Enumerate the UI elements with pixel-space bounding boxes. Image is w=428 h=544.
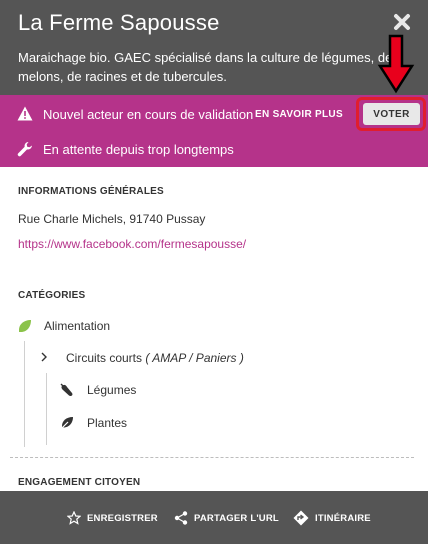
learn-more-link[interactable]: EN SAVOIR PLUS bbox=[255, 109, 343, 120]
popup-header: La Ferme Sapousse Maraichage bio. GAEC s… bbox=[0, 0, 428, 95]
warning-icon bbox=[17, 106, 33, 121]
tree-line-inner bbox=[46, 373, 47, 445]
vote-button[interactable]: VOTER bbox=[363, 103, 420, 125]
engagement-title: ENGAGEMENT CITOYEN bbox=[18, 477, 141, 488]
save-button[interactable]: ENREGISTRER bbox=[67, 510, 158, 526]
section-divider bbox=[10, 457, 414, 458]
close-icon[interactable] bbox=[392, 12, 412, 32]
description: Maraichage bio. GAEC spécialisé dans la … bbox=[18, 50, 393, 84]
page-title: La Ferme Sapousse bbox=[18, 10, 220, 35]
route-label: ITINÉRAIRE bbox=[315, 512, 371, 524]
save-label: ENREGISTRER bbox=[87, 512, 158, 524]
category-main: Alimentation bbox=[44, 319, 111, 333]
subcategory-detail: ( AMAP / Paniers ) bbox=[145, 351, 244, 365]
leaf-icon bbox=[19, 320, 31, 332]
category-item: Plantes bbox=[87, 416, 128, 430]
share-icon bbox=[174, 511, 188, 525]
share-label: PARTAGER L'URL bbox=[194, 512, 279, 524]
subcategory-label: Circuits courts bbox=[66, 351, 143, 365]
tree-line bbox=[24, 341, 25, 447]
route-button[interactable]: ITINÉRAIRE bbox=[293, 510, 371, 526]
general-info-title: INFORMATIONS GÉNÉRALES bbox=[18, 186, 164, 197]
red-arrow-annotation bbox=[377, 34, 415, 94]
validation-banner: Nouvel acteur en cours de validation EN … bbox=[0, 95, 428, 167]
chevron-right-icon[interactable] bbox=[40, 352, 48, 362]
wrench-icon bbox=[17, 142, 32, 157]
share-url-button[interactable]: PARTAGER L'URL bbox=[174, 510, 279, 526]
address: Rue Charle Michels, 91740 Pussay bbox=[18, 212, 206, 226]
website-link[interactable]: https://www.facebook.com/fermesapousse/ bbox=[18, 237, 246, 251]
pending-message: En attente depuis trop longtemps bbox=[43, 142, 234, 157]
eggplant-icon bbox=[60, 383, 73, 397]
directions-icon bbox=[293, 510, 309, 526]
star-icon bbox=[67, 511, 81, 525]
subcategory: Circuits courts ( AMAP / Paniers ) bbox=[66, 351, 244, 365]
plant-icon bbox=[60, 417, 73, 430]
validation-row: Nouvel acteur en cours de validation EN … bbox=[0, 95, 428, 133]
popup-body: INFORMATIONS GÉNÉRALES Rue Charle Michel… bbox=[0, 167, 428, 491]
validation-message: Nouvel acteur en cours de validation bbox=[43, 107, 254, 122]
categories-title: CATÉGORIES bbox=[18, 290, 86, 301]
category-item: Légumes bbox=[87, 383, 137, 397]
pending-row: En attente depuis trop longtemps bbox=[0, 133, 428, 167]
popup-footer: ENREGISTRER PARTAGER L'URL ITINÉRAIRE bbox=[0, 491, 428, 544]
